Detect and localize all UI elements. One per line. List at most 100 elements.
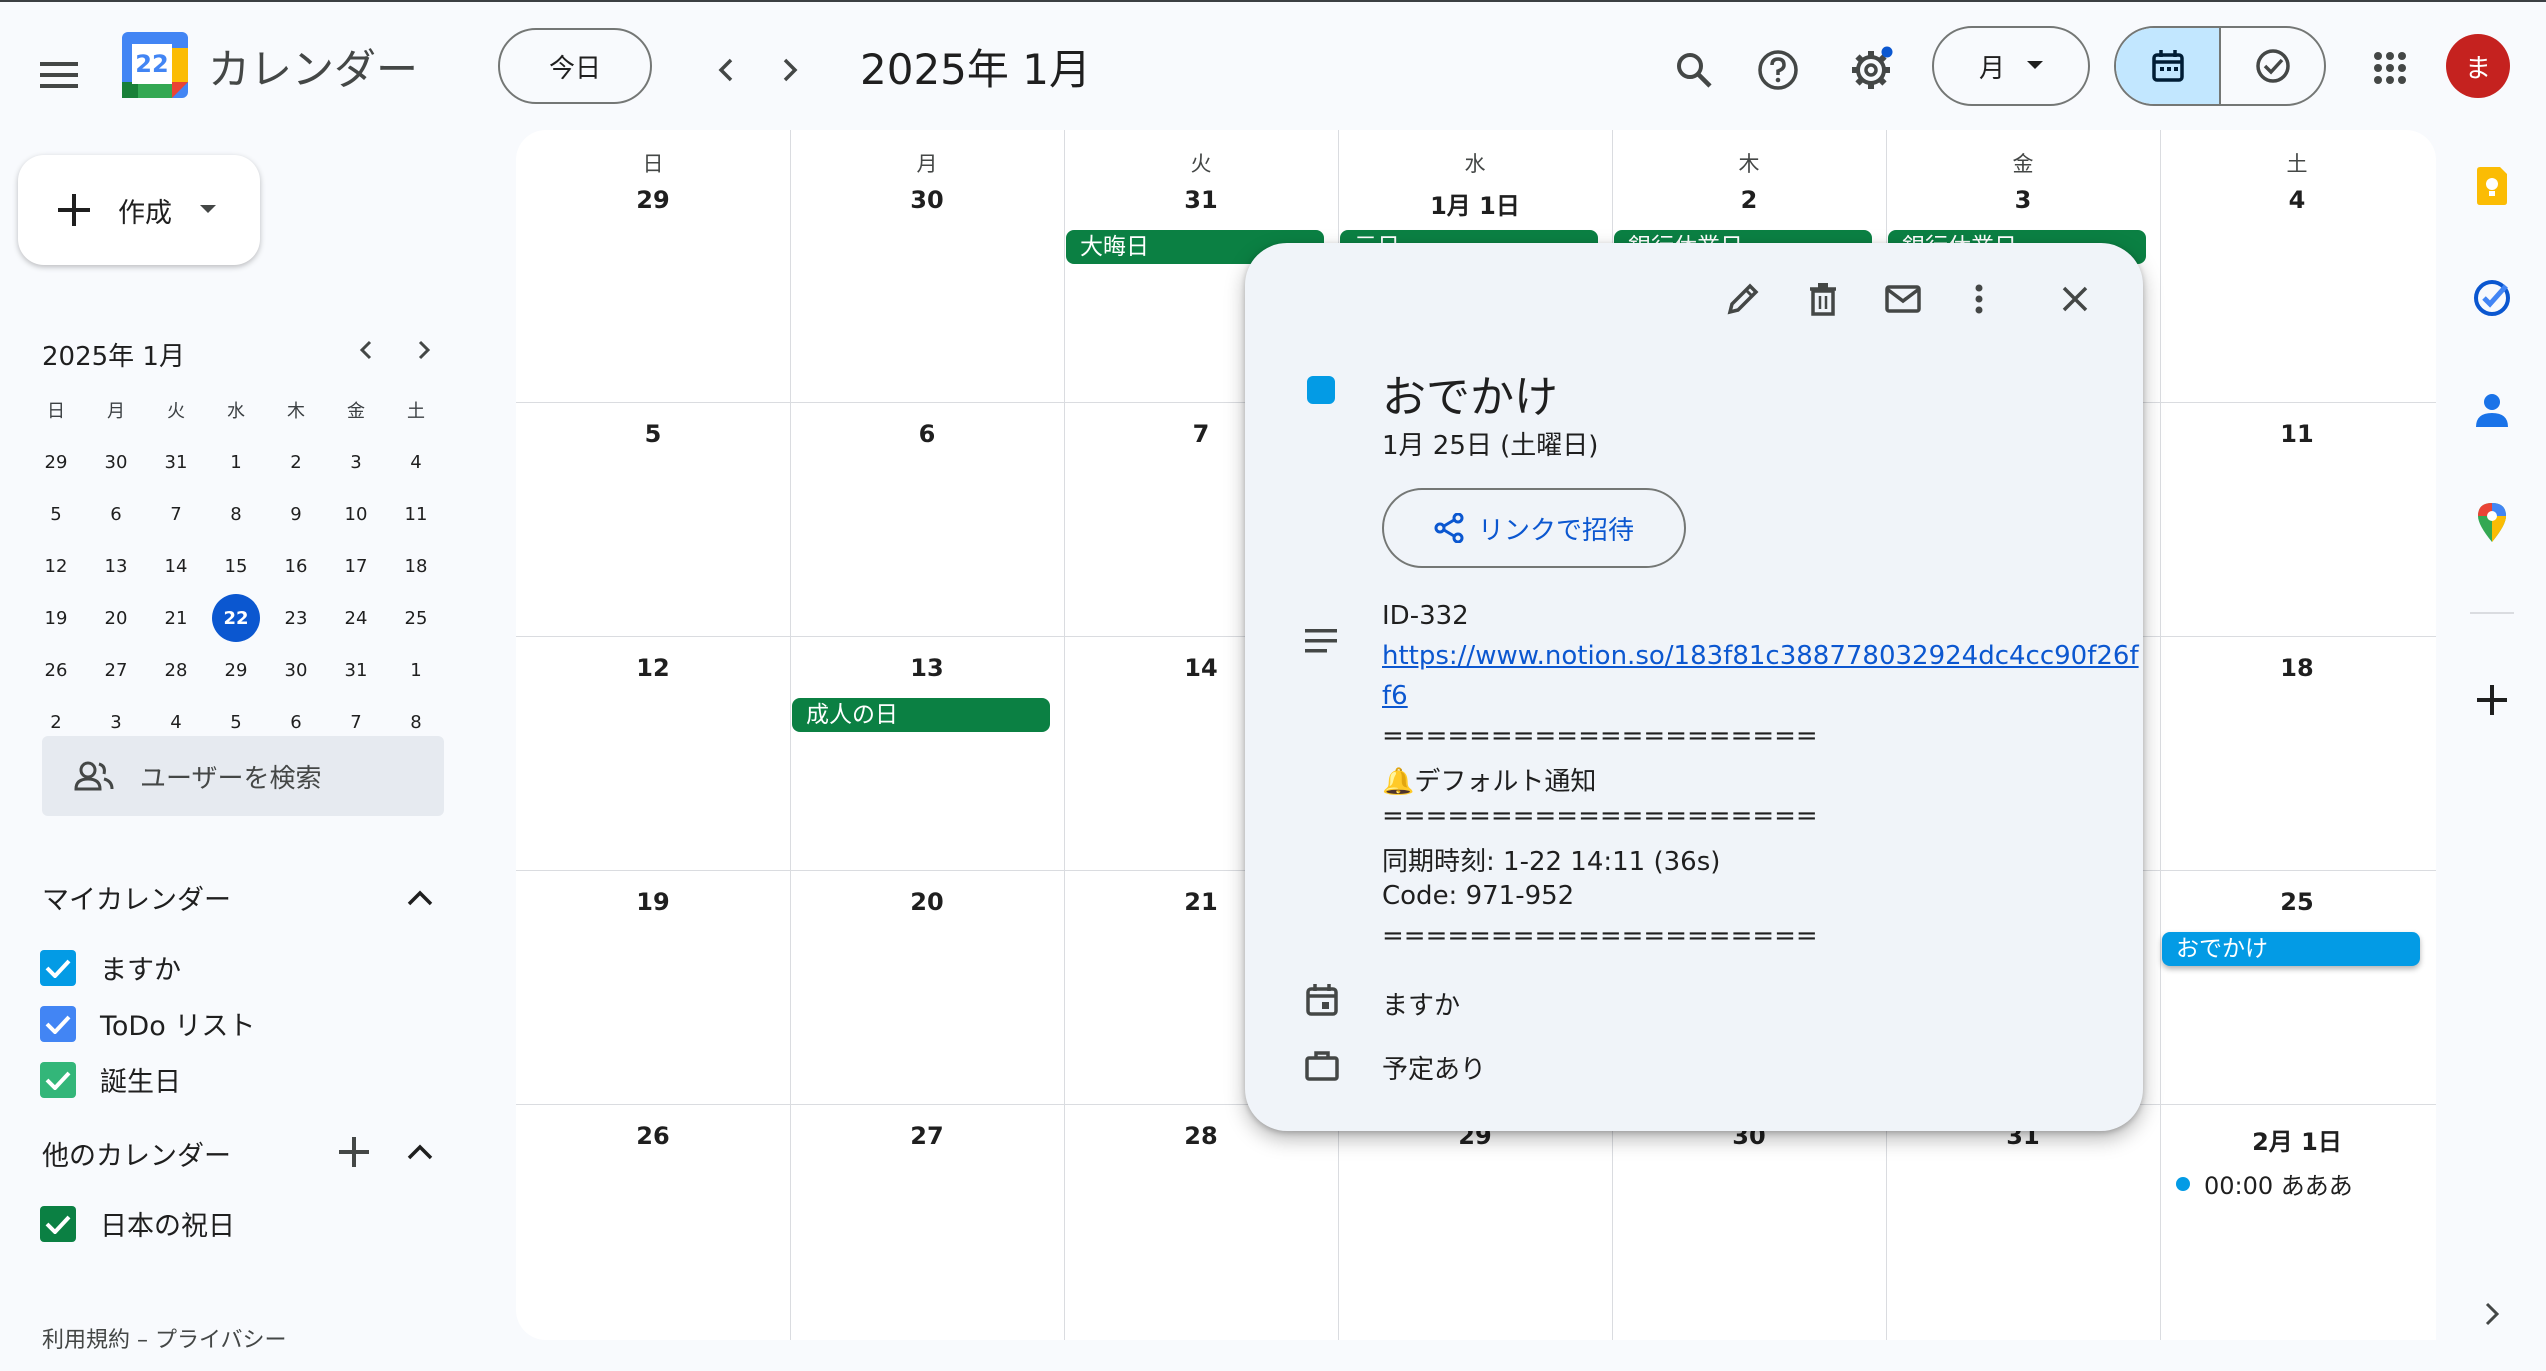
mini-day[interactable]: 9 bbox=[266, 488, 326, 540]
mini-prev-button[interactable] bbox=[348, 332, 384, 368]
day-number[interactable]: 26 bbox=[516, 1122, 790, 1150]
main-menu-button[interactable] bbox=[24, 40, 94, 110]
calendar-logo[interactable]: 22 bbox=[122, 32, 188, 98]
mini-day[interactable]: 7 bbox=[146, 488, 206, 540]
mini-day[interactable]: 15 bbox=[206, 540, 266, 592]
contacts-app-button[interactable] bbox=[2470, 388, 2514, 432]
mini-day[interactable]: 30 bbox=[86, 436, 146, 488]
mini-day[interactable]: 25 bbox=[386, 592, 446, 644]
mini-next-button[interactable] bbox=[406, 332, 442, 368]
mini-day[interactable]: 12 bbox=[26, 540, 86, 592]
day-number[interactable]: 2 bbox=[1612, 186, 1886, 214]
previous-button[interactable] bbox=[700, 44, 752, 96]
mini-day[interactable]: 11 bbox=[386, 488, 446, 540]
mini-day[interactable]: 31 bbox=[146, 436, 206, 488]
mini-day[interactable]: 13 bbox=[86, 540, 146, 592]
add-calendar-button[interactable] bbox=[332, 1130, 376, 1174]
apps-button[interactable] bbox=[2360, 38, 2420, 98]
edit-event-button[interactable] bbox=[1717, 273, 1769, 325]
mini-day[interactable]: 6 bbox=[86, 488, 146, 540]
day-number[interactable]: 12 bbox=[516, 654, 790, 682]
help-button[interactable] bbox=[1748, 40, 1808, 100]
more-options-button[interactable] bbox=[1953, 273, 2005, 325]
timed-event[interactable]: 00:00 あああ bbox=[2176, 1166, 2353, 1201]
description-link-continued[interactable]: f6 bbox=[1382, 681, 1408, 711]
description-link[interactable]: https://www.notion.so/183f81c38877803292… bbox=[1382, 641, 2139, 671]
mini-day[interactable]: 1 bbox=[386, 644, 446, 696]
day-number[interactable]: 13 bbox=[790, 654, 1064, 682]
my-calendar-item[interactable]: ToDo リスト bbox=[40, 1004, 255, 1043]
view-selector[interactable]: 月 bbox=[1932, 26, 2090, 106]
my-calendars-collapse[interactable] bbox=[398, 876, 442, 920]
mini-day[interactable]: 16 bbox=[266, 540, 326, 592]
day-number[interactable]: 2月 1日 bbox=[2160, 1122, 2434, 1157]
today-button[interactable]: 今日 bbox=[498, 28, 652, 104]
mini-day[interactable]: 1 bbox=[206, 436, 266, 488]
search-button[interactable] bbox=[1664, 40, 1724, 100]
mini-day[interactable]: 30 bbox=[266, 644, 326, 696]
day-number[interactable]: 31 bbox=[1064, 186, 1338, 214]
delete-event-button[interactable] bbox=[1797, 273, 1849, 325]
my-calendar-item[interactable]: 誕生日 bbox=[40, 1060, 181, 1099]
mini-day[interactable]: 23 bbox=[266, 592, 326, 644]
event-chip[interactable]: 成人の日 bbox=[792, 698, 1050, 732]
day-number[interactable]: 18 bbox=[2160, 654, 2434, 682]
footer-links[interactable]: 利用規約 – プライバシー bbox=[42, 1322, 287, 1354]
tasks-app-button[interactable] bbox=[2470, 276, 2514, 320]
mini-day[interactable]: 31 bbox=[326, 644, 386, 696]
next-button[interactable] bbox=[764, 44, 816, 96]
mini-day[interactable]: 3 bbox=[326, 436, 386, 488]
mini-day[interactable]: 8 bbox=[206, 488, 266, 540]
close-popup-button[interactable] bbox=[2049, 273, 2101, 325]
maps-app-button[interactable] bbox=[2470, 500, 2514, 544]
day-number[interactable]: 6 bbox=[790, 420, 1064, 448]
day-number[interactable]: 19 bbox=[516, 888, 790, 916]
get-addons-button[interactable] bbox=[2470, 678, 2514, 722]
day-number[interactable]: 27 bbox=[790, 1122, 1064, 1150]
day-number[interactable]: 25 bbox=[2160, 888, 2434, 916]
mini-day[interactable]: 18 bbox=[386, 540, 446, 592]
mini-day[interactable]: 5 bbox=[26, 488, 86, 540]
my-calendar-item[interactable]: ますか bbox=[40, 948, 181, 987]
other-calendar-item[interactable]: 日本の祝日 bbox=[40, 1204, 235, 1243]
day-number[interactable]: 5 bbox=[516, 420, 790, 448]
calendar-view-toggle[interactable] bbox=[2116, 28, 2221, 104]
day-number[interactable]: 30 bbox=[790, 186, 1064, 214]
day-number[interactable]: 20 bbox=[790, 888, 1064, 916]
day-number[interactable]: 3 bbox=[1886, 186, 2160, 214]
calendar-checkbox[interactable] bbox=[40, 1005, 76, 1042]
selected-event-chip[interactable]: おでかけ bbox=[2162, 932, 2420, 966]
day-number[interactable]: 29 bbox=[516, 186, 790, 214]
day-number[interactable]: 1月 1日 bbox=[1338, 186, 1612, 221]
mini-day[interactable]: 26 bbox=[26, 644, 86, 696]
mini-day[interactable]: 24 bbox=[326, 592, 386, 644]
other-calendars-collapse[interactable] bbox=[398, 1130, 442, 1174]
keep-app-button[interactable] bbox=[2470, 164, 2514, 208]
email-guests-button[interactable] bbox=[1877, 273, 1929, 325]
calendar-checkbox[interactable] bbox=[40, 1205, 76, 1242]
mini-day[interactable]: 19 bbox=[26, 592, 86, 644]
mini-day[interactable]: 17 bbox=[326, 540, 386, 592]
calendar-checkbox[interactable] bbox=[40, 1061, 76, 1098]
tasks-view-toggle[interactable] bbox=[2221, 28, 2324, 104]
invite-link-button[interactable]: リンクで招待 bbox=[1382, 488, 1686, 568]
day-number[interactable]: 4 bbox=[2160, 186, 2434, 214]
settings-button[interactable] bbox=[1840, 38, 1902, 100]
account-avatar[interactable]: ま bbox=[2446, 34, 2510, 98]
mini-day[interactable]: 20 bbox=[86, 592, 146, 644]
mini-day[interactable]: 29 bbox=[206, 644, 266, 696]
mini-day[interactable]: 10 bbox=[326, 488, 386, 540]
mini-day[interactable]: 4 bbox=[386, 436, 446, 488]
hide-side-panel-button[interactable] bbox=[2470, 1292, 2514, 1336]
mini-day[interactable]: 27 bbox=[86, 644, 146, 696]
mini-day[interactable]: 28 bbox=[146, 644, 206, 696]
search-users-field[interactable]: ユーザーを検索 bbox=[42, 736, 444, 816]
day-number[interactable]: 11 bbox=[2160, 420, 2434, 448]
mini-day[interactable]: 2 bbox=[266, 436, 326, 488]
create-button[interactable]: 作成 bbox=[18, 155, 260, 265]
mini-day-today[interactable]: 22 bbox=[206, 592, 266, 644]
mini-day[interactable]: 29 bbox=[26, 436, 86, 488]
mini-day[interactable]: 21 bbox=[146, 592, 206, 644]
calendar-checkbox[interactable] bbox=[40, 949, 76, 986]
mini-day[interactable]: 14 bbox=[146, 540, 206, 592]
